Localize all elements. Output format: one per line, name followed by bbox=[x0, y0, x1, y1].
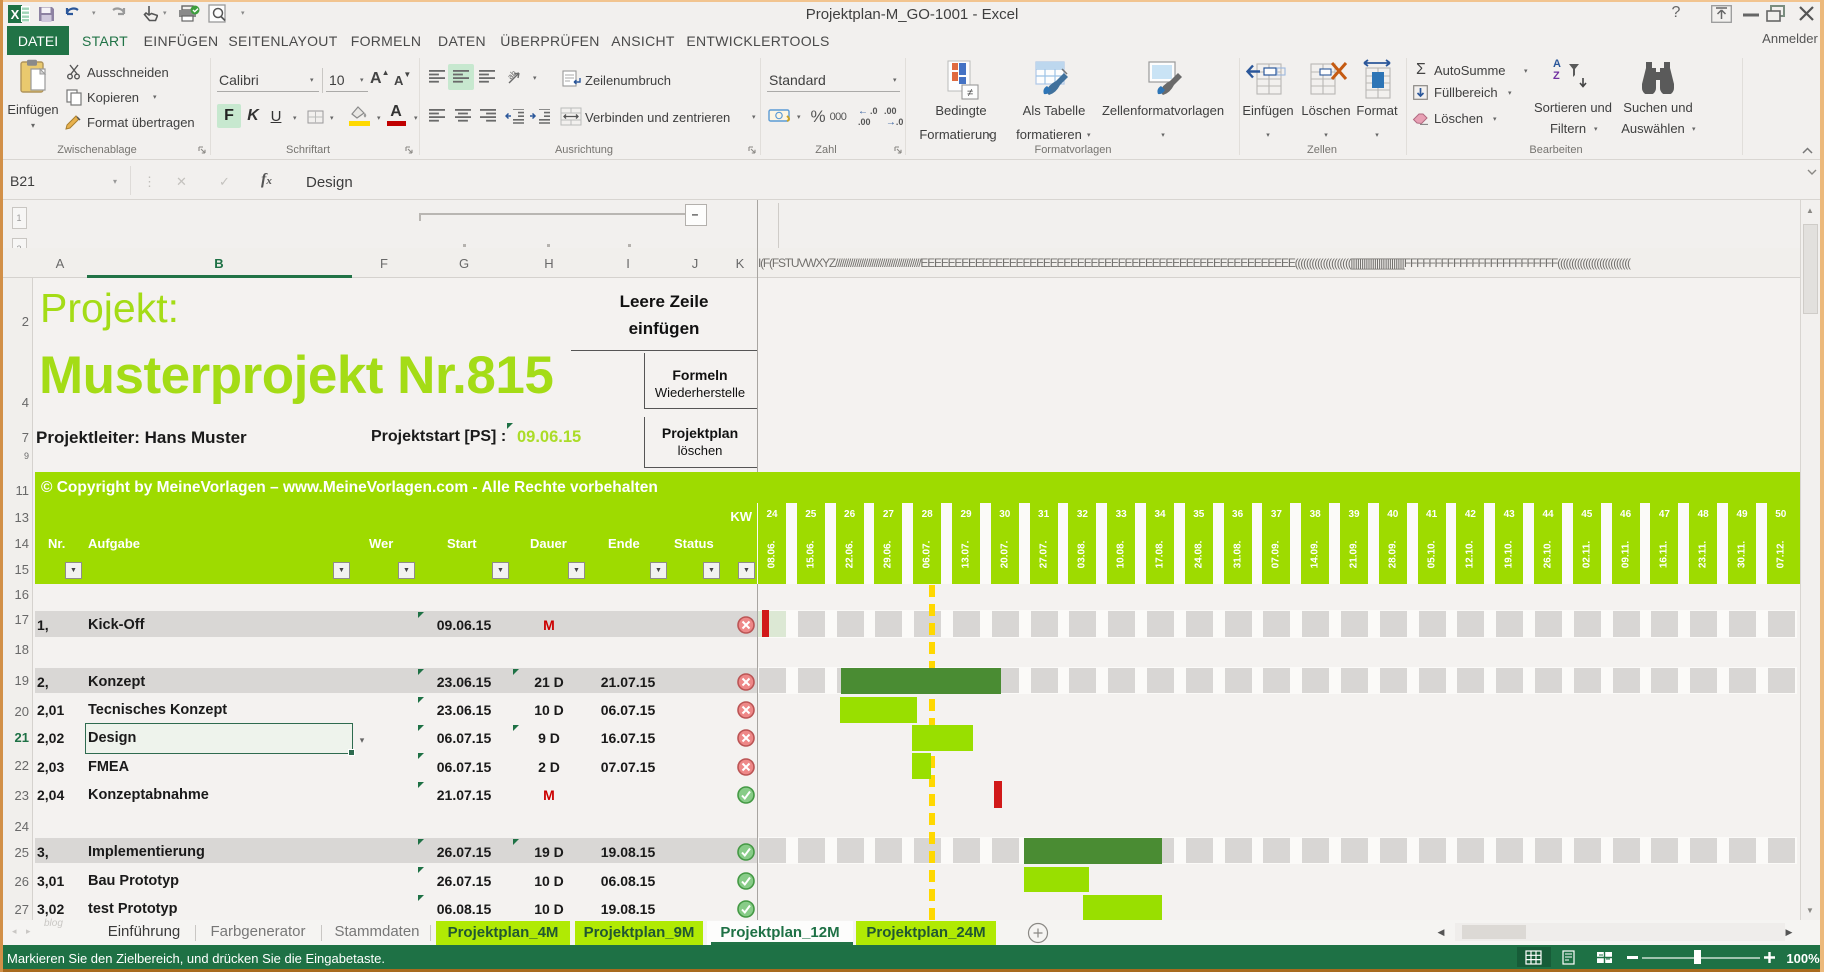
svg-text:X: X bbox=[11, 7, 20, 22]
svg-text:≠: ≠ bbox=[967, 87, 973, 99]
svg-text:ab: ab bbox=[506, 68, 519, 81]
